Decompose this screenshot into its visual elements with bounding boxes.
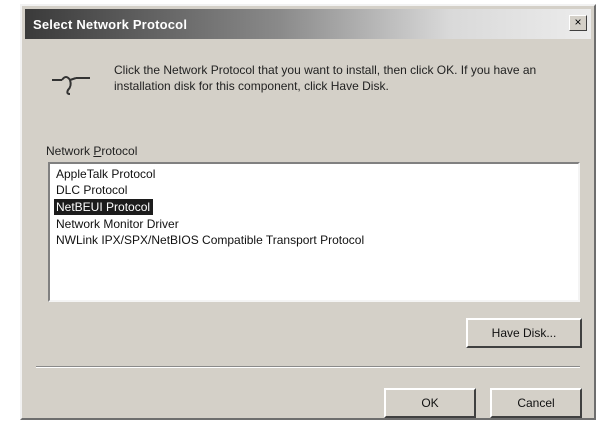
list-item-label: AppleTalk Protocol [56, 167, 156, 181]
label-prefix: Network [46, 144, 94, 158]
cancel-button[interactable]: Cancel [490, 388, 582, 418]
list-item-label: NetBEUI Protocol [56, 200, 151, 214]
close-button[interactable]: × [569, 15, 587, 31]
title-bar[interactable]: Select Network Protocol × [25, 9, 591, 39]
instructions-text: Click the Network Protocol that you want… [114, 63, 537, 93]
ok-button[interactable]: OK [384, 388, 476, 418]
close-icon: × [574, 15, 582, 29]
separator [36, 366, 580, 368]
list-item[interactable]: NWLink IPX/SPX/NetBIOS Compatible Transp… [54, 232, 578, 248]
select-network-protocol-dialog: Select Network Protocol × Click the Netw… [20, 4, 596, 420]
list-item[interactable]: DLC Protocol [54, 182, 578, 198]
protocol-listbox[interactable]: AppleTalk Protocol DLC Protocol NetBEUI … [48, 162, 580, 302]
list-item-label: NWLink IPX/SPX/NetBIOS Compatible Transp… [56, 233, 365, 247]
list-item-label: Network Monitor Driver [56, 217, 179, 231]
label-suffix: rotocol [101, 144, 138, 158]
list-item[interactable]: AppleTalk Protocol [54, 166, 578, 182]
window-title: Select Network Protocol [33, 16, 188, 32]
list-item-selected[interactable]: NetBEUI Protocol [54, 199, 154, 215]
network-protocol-label: Network Protocol [46, 144, 137, 158]
network-protocol-icon [52, 76, 90, 95]
list-item-label: DLC Protocol [56, 183, 128, 197]
have-disk-button[interactable]: Have Disk... [466, 318, 582, 348]
list-item[interactable]: Network Monitor Driver [54, 216, 578, 232]
